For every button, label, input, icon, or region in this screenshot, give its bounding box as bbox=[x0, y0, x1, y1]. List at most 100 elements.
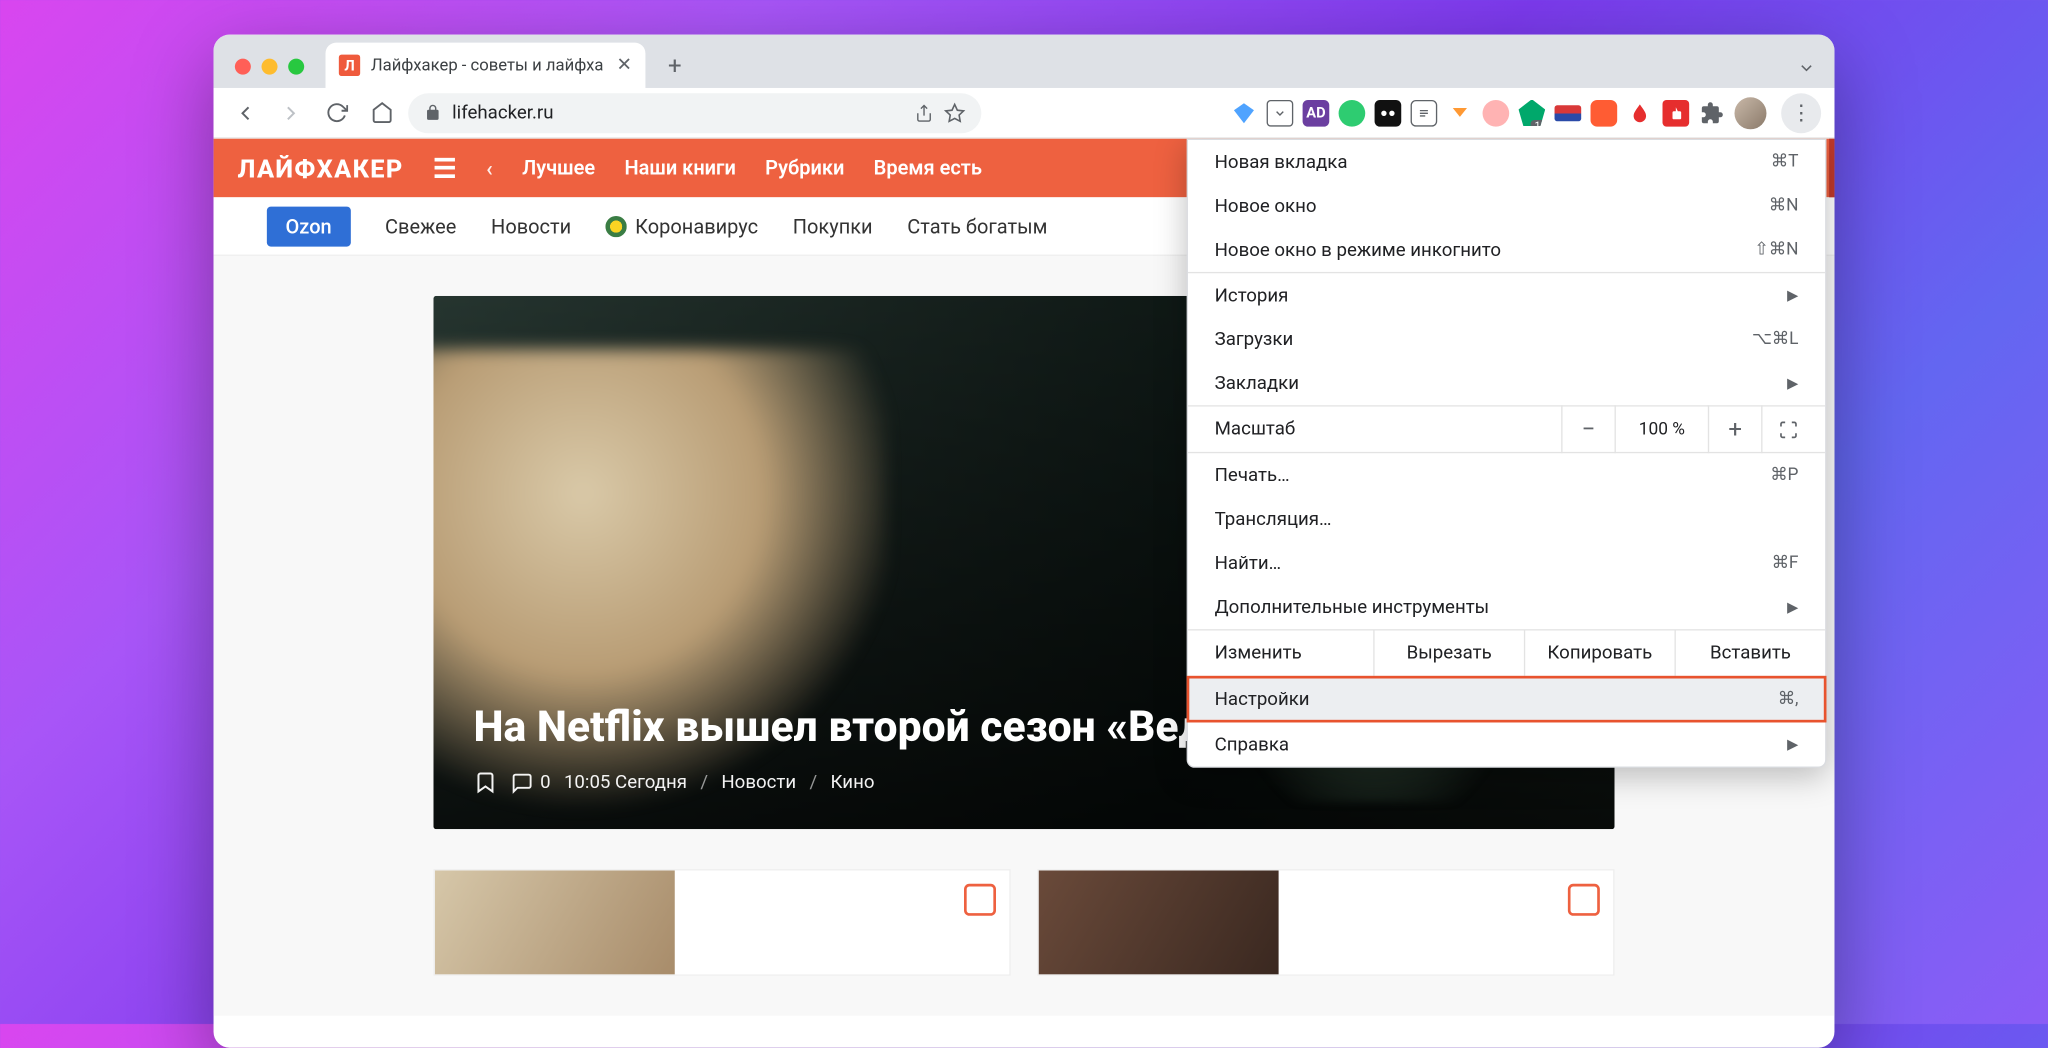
menu-shortcut: ⌘N bbox=[1769, 196, 1799, 216]
menu-new-window[interactable]: Новое окно ⌘N bbox=[1188, 184, 1825, 228]
hamburger-icon[interactable]: ☰ bbox=[433, 152, 457, 184]
menu-history[interactable]: История ▶ bbox=[1188, 273, 1825, 317]
submenu-arrow-icon: ▶ bbox=[1787, 287, 1798, 304]
ext-orange-icon[interactable] bbox=[1591, 99, 1618, 126]
subnav-covid[interactable]: Коронавирус bbox=[606, 214, 758, 238]
ext-green-icon[interactable] bbox=[1339, 99, 1366, 126]
menu-shortcut: ⌘F bbox=[1772, 553, 1799, 573]
extensions-puzzle-icon[interactable] bbox=[1698, 99, 1725, 126]
maximize-window-button[interactable] bbox=[288, 59, 304, 75]
hero-cat-cinema[interactable]: Кино bbox=[831, 772, 875, 793]
nav-item-rubrics[interactable]: Рубрики bbox=[765, 156, 844, 180]
hero-cat-news[interactable]: Новости bbox=[721, 772, 796, 793]
extensions-bar: AD ⋮ bbox=[1231, 93, 1822, 133]
ext-download-icon[interactable] bbox=[1447, 99, 1474, 126]
nav-item-time[interactable]: Время есть bbox=[874, 156, 982, 180]
nav-item-books[interactable]: Наши книги bbox=[624, 156, 735, 180]
zoom-value: 100 % bbox=[1615, 405, 1708, 453]
url-text: lifehacker.ru bbox=[452, 102, 553, 123]
site-logo[interactable]: ЛАЙФХАКЕР bbox=[238, 153, 404, 184]
fullscreen-button[interactable] bbox=[1761, 405, 1814, 453]
thumb-image bbox=[1039, 870, 1279, 974]
menu-more-tools[interactable]: Дополнительные инструменты▶ bbox=[1188, 585, 1825, 629]
page-content: ЛАЙФХАКЕР ☰ ‹ Лучшее Наши книги Рубрики … bbox=[214, 139, 1835, 1048]
nav-item-best[interactable]: Лучшее bbox=[522, 156, 595, 180]
nav-chevron-left-icon[interactable]: ‹ bbox=[486, 155, 493, 180]
address-bar[interactable]: lifehacker.ru bbox=[408, 93, 981, 133]
ext-pocket-icon[interactable] bbox=[1267, 99, 1294, 126]
article-card[interactable] bbox=[1037, 869, 1614, 976]
tab-close-icon[interactable]: ✕ bbox=[616, 55, 632, 76]
ext-thumbsdown-icon[interactable] bbox=[1663, 99, 1690, 126]
menu-label: Новое окно bbox=[1215, 195, 1317, 216]
new-tab-button[interactable]: + bbox=[656, 47, 693, 84]
menu-shortcut: ⌘T bbox=[1771, 152, 1799, 172]
menu-bookmarks[interactable]: Закладки▶ bbox=[1188, 361, 1825, 405]
profile-avatar[interactable] bbox=[1734, 97, 1766, 129]
menu-settings[interactable]: Настройки ⌘, bbox=[1188, 677, 1825, 721]
bookmark-star-icon[interactable] bbox=[944, 102, 965, 123]
menu-shortcut: ⌘P bbox=[1770, 465, 1798, 485]
browser-tab[interactable]: Л Лайфхакер - советы и лайфха ✕ bbox=[326, 43, 646, 88]
back-button[interactable] bbox=[227, 94, 264, 131]
article-card[interactable] bbox=[433, 869, 1010, 976]
menu-label: Новая вкладка bbox=[1215, 151, 1348, 172]
virus-icon bbox=[606, 215, 627, 236]
ext-ad-icon[interactable]: AD bbox=[1303, 99, 1330, 126]
bookmark-icon[interactable] bbox=[473, 770, 497, 794]
menu-label: Новое окно в режиме инкогнито bbox=[1215, 239, 1501, 260]
menu-shortcut: ⇧⌘N bbox=[1754, 240, 1798, 260]
thumb-corner-icon bbox=[964, 884, 996, 916]
thumb-image bbox=[435, 870, 675, 974]
zoom-out-button[interactable]: − bbox=[1561, 405, 1614, 453]
menu-label: История bbox=[1215, 285, 1289, 306]
home-button[interactable] bbox=[363, 94, 400, 131]
ext-shield-icon[interactable] bbox=[1519, 99, 1546, 126]
menu-shortcut: ⌥⌘L bbox=[1752, 329, 1799, 349]
menu-paste[interactable]: Вставить bbox=[1676, 631, 1825, 676]
zoom-in-button[interactable]: + bbox=[1708, 405, 1761, 453]
tabs-dropdown-icon[interactable] bbox=[1797, 59, 1816, 78]
ext-drop-icon[interactable] bbox=[1627, 99, 1654, 126]
ext-dots-icon[interactable] bbox=[1375, 99, 1402, 126]
reload-button[interactable] bbox=[318, 94, 355, 131]
menu-downloads[interactable]: Загрузки⌥⌘L bbox=[1188, 317, 1825, 361]
menu-label: Найти… bbox=[1215, 553, 1281, 574]
ext-note-icon[interactable] bbox=[1411, 99, 1438, 126]
comments-number: 0 bbox=[540, 772, 550, 793]
lock-icon bbox=[424, 104, 441, 121]
share-icon[interactable] bbox=[915, 103, 934, 122]
menu-label: Настройки bbox=[1215, 688, 1310, 709]
ext-flag-icon[interactable] bbox=[1555, 105, 1582, 121]
article-thumbs bbox=[433, 869, 1614, 976]
menu-incognito[interactable]: Новое окно в режиме инкогнито ⇧⌘N bbox=[1188, 228, 1825, 272]
menu-new-tab[interactable]: Новая вкладка ⌘T bbox=[1188, 140, 1825, 184]
menu-cast[interactable]: Трансляция… bbox=[1188, 497, 1825, 541]
forward-button[interactable] bbox=[272, 94, 309, 131]
menu-print[interactable]: Печать… ⌘P bbox=[1188, 453, 1825, 497]
menu-edit-row: Изменить Вырезать Копировать Вставить bbox=[1188, 629, 1825, 677]
thumb-corner-icon bbox=[1568, 884, 1600, 916]
subnav-shopping[interactable]: Покупки bbox=[793, 214, 873, 238]
hero-meta: 0 10:05 Сегодня / Новости / Кино bbox=[473, 770, 1574, 794]
ext-peach-icon[interactable] bbox=[1483, 99, 1510, 126]
menu-label: Справка bbox=[1215, 734, 1289, 755]
subnav-news[interactable]: Новости bbox=[491, 214, 571, 238]
ext-gem-icon[interactable] bbox=[1231, 99, 1258, 126]
menu-copy[interactable]: Копировать bbox=[1525, 631, 1676, 676]
chrome-menu-button[interactable]: ⋮ bbox=[1781, 93, 1821, 133]
subnav-ozon-pill[interactable]: Ozon bbox=[267, 206, 350, 246]
menu-cut[interactable]: Вырезать bbox=[1375, 631, 1526, 676]
submenu-arrow-icon: ▶ bbox=[1787, 375, 1798, 392]
close-window-button[interactable] bbox=[235, 59, 251, 75]
subnav-fresh[interactable]: Свежее bbox=[385, 214, 456, 238]
menu-label: Печать… bbox=[1215, 465, 1290, 486]
menu-label: Трансляция… bbox=[1215, 509, 1332, 530]
minimize-window-button[interactable] bbox=[262, 59, 278, 75]
menu-find[interactable]: Найти… ⌘F bbox=[1188, 541, 1825, 585]
submenu-arrow-icon: ▶ bbox=[1787, 599, 1798, 616]
subnav-rich[interactable]: Стать богатым bbox=[907, 214, 1047, 238]
comments-count[interactable]: 0 bbox=[511, 771, 551, 794]
menu-shortcut: ⌘, bbox=[1778, 689, 1799, 709]
menu-help[interactable]: Справка▶ bbox=[1188, 722, 1825, 766]
